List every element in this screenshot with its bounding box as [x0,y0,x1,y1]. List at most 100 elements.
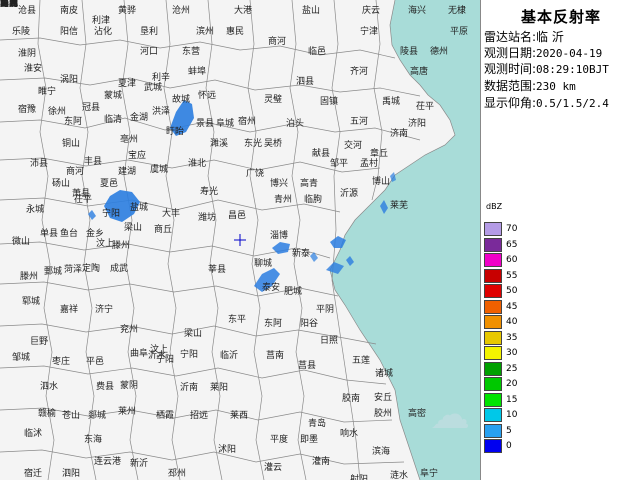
city-label: 昌邑 [228,211,247,221]
city-label: 宁阳 [102,209,121,219]
city-label: 东光 [244,139,263,149]
city-label: 平原 [450,27,469,37]
city-label: 建湖 [118,167,137,177]
city-label: 武城 [144,83,163,93]
city-label: 滕州 [112,241,131,251]
watermark-logo: ☁ [430,392,470,438]
city-label: 大港 [234,6,253,16]
city-label: 泊头 [286,119,305,129]
city-label: 金湖 [130,113,149,123]
city-label: 博兴 [270,179,289,189]
city-label: 潍坊 [198,213,217,223]
city-label: 滨海 [372,447,391,457]
city-label: 平阴 [316,305,335,315]
city-label: 铜山 [62,139,81,149]
city-label: 临朐 [304,195,323,205]
legend-label: 0 [506,441,512,451]
city-label: 砀山 [52,179,71,189]
city-label: 赣榆 [38,409,57,419]
radar-map[interactable]: 沧县 南皮 黄骅 沧州 大港 盐山 庆云 海兴 无棣 乐陵 阳信 沾化 河口 东营 利津 垦利 滨州 惠民 商河 临邑… [0,0,480,480]
boundary-line [79,0,97,480]
city-label: 微山 [12,237,31,247]
city-label: 鄄城 [44,267,63,277]
city-label: 淮北 [188,159,207,169]
city-label: 射阳 [350,475,369,480]
time-row: 观测时间:08:29:10BJT [484,63,609,75]
radar-site-marker [234,234,246,246]
legend-unit: dBZ [486,202,503,211]
city-label: 庆云 [362,6,381,16]
date-label: 观测日期: [484,46,537,60]
city-label: 连云港 [94,457,122,467]
city-label: 泗阳 [62,469,81,479]
city-label: 沛县 [30,159,49,169]
city-label: 商河 [268,37,287,47]
legend-swatch [484,330,502,345]
city-label: 大丰 [162,209,181,219]
city-label: 胶州 [374,409,393,419]
city-label: 宁津 [360,27,379,37]
date-value: 2020-04-19 [536,47,603,60]
elevation-value: 0.5/1.5/2.4 [536,97,609,110]
city-label: 济阳 [408,119,427,129]
range-row: 数据范围:230 km [484,80,576,92]
legend-label: 15 [506,394,518,405]
city-label: 新沂 [130,459,149,469]
city-label: 睢宁 [38,87,57,97]
city-label: 商丘 [154,225,173,235]
city-label: 胶南 [342,394,361,404]
city-label: 东营 [182,47,201,57]
city-label: 莱州 [118,407,137,417]
station-label: 雷达站名: [484,30,537,44]
city-label: 肥城 [284,287,303,297]
city-label: 利辛 [152,73,171,83]
city-label: 平度 [270,435,289,445]
city-label: 邹城 [12,353,31,363]
info-panel: 基本反射率 雷达站名:临 沂 观测日期:2020-04-19 观测时间:08:2… [480,0,640,480]
legend-swatch [484,253,502,267]
city-label: 蒙阴 [120,381,139,391]
city-label: 利津 [92,16,111,26]
date-row: 观测日期:2020-04-19 [484,47,602,59]
radar-echo [310,252,318,262]
city-label: 陵县 [400,47,419,57]
legend-label: 30 [506,348,518,358]
legend-swatch [484,408,502,422]
city-label: 德州 [430,47,449,57]
city-label: 泗水 [40,382,59,392]
city-label: 莘县 [208,265,227,275]
city-label: 夏邑 [100,179,119,189]
city-label: 阜城 [216,119,235,129]
city-label: 章丘 [370,149,389,159]
station-value: 临 沂 [536,30,564,44]
radar-product-view: 沧县 南皮 黄骅 沧州 大港 盐山 庆云 海兴 无棣 乐陵 阳信 沾化 河口 东营 利津 垦利 滨州 惠民 商河 临邑… [0,0,640,480]
legend-swatch [484,423,502,438]
city-label: 阳谷 [300,319,319,329]
city-label: 东海 [84,435,103,445]
city-label: 沂南 [180,383,199,393]
city-label: 莱芜 [390,201,409,211]
legend-swatch [484,237,502,252]
legend-label: 65 [506,239,518,250]
city-label: 博山 [372,177,391,187]
legend-label: 70 [506,224,518,234]
city-label: 五河 [350,117,369,127]
city-label: 青州 [274,195,293,205]
legend-label: 40 [506,317,518,327]
city-label: 景县 [196,119,215,129]
city-label: 莒南 [266,351,285,361]
city-label: 沾化 [94,27,113,37]
city-label: 涟水 [390,471,409,480]
city-label: 盐山 [302,6,321,16]
range-label: 数据范围: [484,79,537,93]
city-label: 海兴 [408,6,427,16]
time-label: 观测时间: [484,62,537,76]
city-label: 郓城 [22,297,41,307]
city-label: 茌平 [416,102,435,112]
city-label: 莱阳 [210,383,229,393]
city-label: 无棣 [448,6,467,16]
city-label: 平邑 [86,357,105,367]
city-label: 丰县 [84,157,103,167]
legend-label: 20 [506,379,518,389]
city-label: 成武 [110,264,129,274]
